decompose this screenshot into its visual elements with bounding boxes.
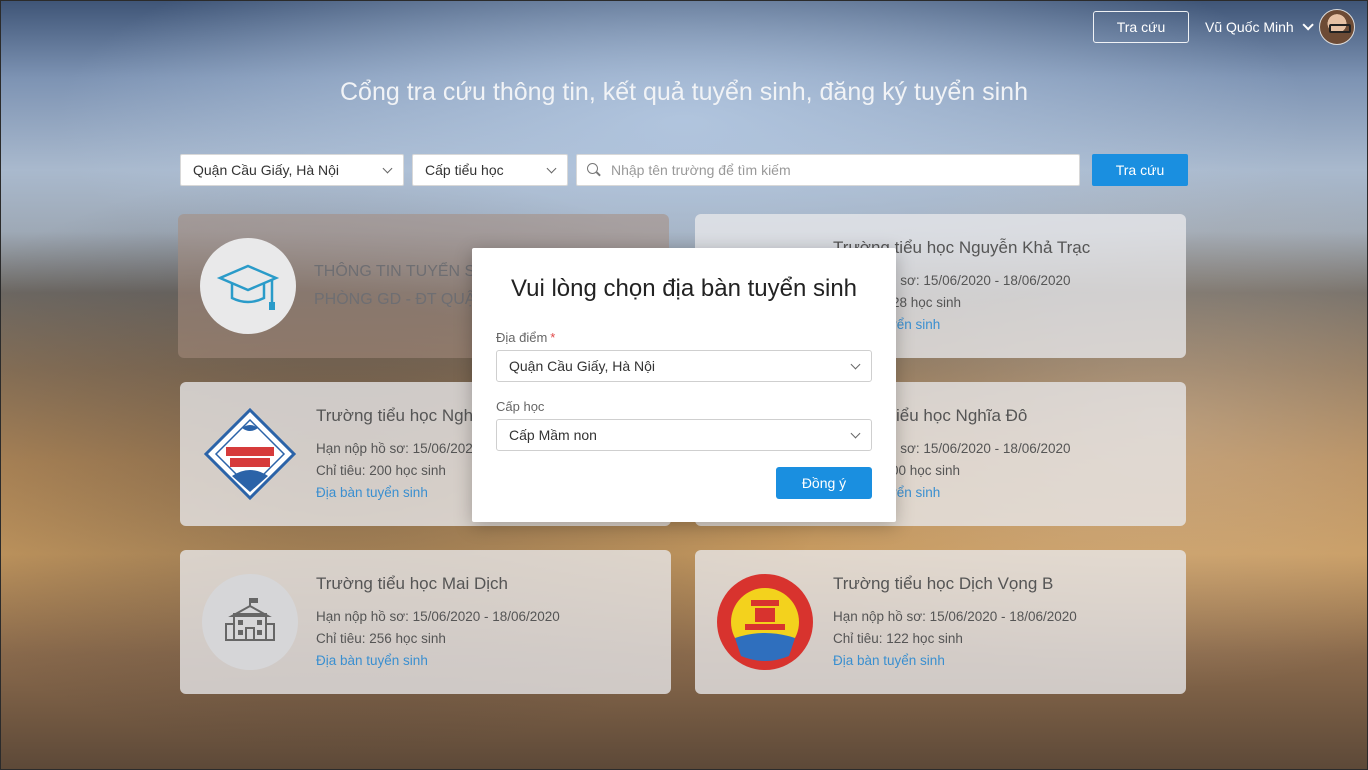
school-area-link[interactable]: yển sinh [890, 317, 940, 332]
chevron-down-icon [850, 428, 861, 439]
level-select-value: Cấp tiểu học [425, 162, 504, 178]
district-select-value: Quận Cầu Giấy, Hà Nội [193, 162, 340, 178]
user-menu[interactable]: Vũ Quốc Minh [1205, 11, 1314, 43]
school-quota: Chỉ tiêu: 122 học sinh [833, 631, 963, 646]
school-card[interactable]: Trường tiểu học Mai Dịch Hạn nộp hồ sơ: … [180, 550, 671, 694]
school-logo [717, 574, 813, 670]
school-name: iểu học Nghĩa Đô [896, 406, 1028, 425]
chevron-down-icon [382, 163, 393, 174]
school-quota: 28 học sinh [892, 295, 962, 310]
location-label-text: Địa điểm [496, 330, 548, 345]
school-name: Trường tiểu học Mai Dịch [316, 574, 508, 593]
school-quota: Chỉ tiêu: 256 học sinh [316, 631, 446, 646]
school-name: Trường tiểu học Dịch Vọng B [833, 574, 1054, 593]
school-deadline: ồ sơ: 15/06/2020 - 18/06/2020 [889, 441, 1071, 456]
card-line-1: THÔNG TIN TUYỂN SI [314, 263, 480, 280]
modal-title: Vui lòng chọn địa bàn tuyển sinh [510, 275, 858, 302]
search-icon [587, 163, 601, 177]
school-card[interactable]: Trường tiểu học Dịch Vọng B Hạn nộp hồ s… [695, 550, 1186, 694]
level-modal-select-value: Cấp Mầm non [509, 427, 597, 443]
user-name: Vũ Quốc Minh [1205, 19, 1294, 35]
required-mark: * [550, 330, 556, 345]
school-deadline: ồ sơ: 15/06/2020 - 18/06/2020 [889, 273, 1071, 288]
school-area-link[interactable]: Địa bàn tuyển sinh [316, 653, 428, 668]
district-select[interactable]: Quận Cầu Giấy, Hà Nội [180, 154, 404, 186]
school-area-link[interactable]: yển sinh [890, 485, 940, 500]
level-modal-select[interactable]: Cấp Mầm non [496, 419, 872, 451]
page-title: Cổng tra cứu thông tin, kết quả tuyển si… [339, 78, 1028, 106]
school-name: Trường tiểu học Nghĩ [316, 406, 478, 425]
location-select[interactable]: Quận Cầu Giấy, Hà Nội [496, 350, 872, 382]
chevron-down-icon [546, 163, 557, 174]
school-deadline: Hạn nộp hồ sơ: 15/06/2020 - 18/06/2020 [316, 609, 560, 624]
card-line-2: PHÒNG GD - ĐT QUẬ [314, 291, 476, 308]
search-button[interactable]: Tra cứu [1092, 154, 1188, 186]
chevron-down-icon [850, 359, 861, 370]
school-deadline: Hạn nộp hồ sơ: 15/06/202 [316, 441, 473, 456]
school-logo [202, 406, 298, 502]
avatar[interactable] [1319, 9, 1355, 45]
school-deadline: Hạn nộp hồ sơ: 15/06/2020 - 18/06/2020 [833, 609, 1077, 624]
school-area-link[interactable]: Địa bàn tuyển sinh [316, 485, 428, 500]
select-area-modal: Vui lòng chọn địa bàn tuyển sinh Địa điể… [472, 248, 896, 522]
school-quota: Chỉ tiêu: 200 học sinh [316, 463, 446, 478]
page: Tra cứu Vũ Quốc Minh Cổng tra cứu thông … [0, 0, 1368, 770]
chevron-down-icon [1302, 19, 1314, 31]
school-area-link[interactable]: Địa bàn tuyển sinh [833, 653, 945, 668]
location-label: Địa điểm * [496, 330, 555, 345]
header-lookup-button[interactable]: Tra cứu [1093, 11, 1189, 43]
search-input[interactable] [611, 162, 1079, 178]
school-building-icon [202, 574, 298, 670]
level-select[interactable]: Cấp tiểu học [412, 154, 568, 186]
graduation-cap-icon [200, 238, 296, 334]
location-select-value: Quận Cầu Giấy, Hà Nội [509, 358, 656, 374]
search-box[interactable] [576, 154, 1080, 186]
school-quota: 00 học sinh [891, 463, 961, 478]
level-label: Cấp học [496, 399, 545, 414]
confirm-button[interactable]: Đồng ý [776, 467, 872, 499]
